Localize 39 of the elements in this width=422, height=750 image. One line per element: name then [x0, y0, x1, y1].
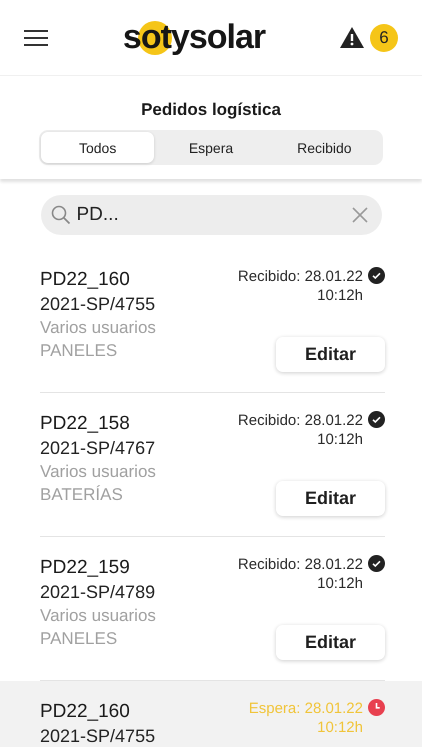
status-date: Recibido: 28.01.22 [238, 267, 363, 286]
order-code: PD22_160 [40, 269, 131, 291]
status-date: Recibido: 28.01.22 [238, 555, 363, 574]
status-time: 10:12h [317, 286, 363, 305]
page-title: Pedidos logística [141, 100, 281, 120]
menu-icon[interactable] [24, 30, 48, 46]
order-reference: 2021-SP/4755 [40, 726, 156, 747]
edit-button[interactable]: Editar [276, 625, 385, 660]
check-circle-icon [368, 555, 385, 572]
status-time: 10:12h [317, 718, 363, 737]
order-users: Varios usuarios [40, 606, 156, 626]
search-field[interactable]: PD... [40, 195, 382, 235]
order-category: PANELES [40, 629, 118, 649]
order-reference: 2021-SP/4789 [40, 582, 156, 603]
clock-icon [368, 699, 385, 716]
edit-button[interactable]: Editar [276, 337, 385, 372]
order-code: PD22_158 [40, 413, 131, 435]
check-circle-icon [368, 267, 385, 284]
order-reference: 2021-SP/4767 [40, 438, 156, 459]
order-code: PD22_159 [40, 557, 131, 579]
alert-count-badge: 6 [370, 24, 398, 52]
order-code: PD22_160 [40, 701, 131, 723]
order-category: PANELES [40, 341, 118, 361]
order-category: BATERÍAS [40, 485, 124, 505]
warning-icon[interactable] [340, 27, 364, 48]
filter-tab[interactable]: Todos [41, 132, 154, 163]
search-icon [50, 205, 70, 225]
edit-button[interactable]: Editar [276, 481, 385, 516]
order-users: Varios usuarios [40, 462, 156, 482]
order-users: Varios usuarios [40, 318, 156, 338]
check-circle-icon [368, 411, 385, 428]
filter-tab[interactable]: Espera [154, 132, 268, 163]
order-reference: 2021-SP/4755 [40, 294, 156, 315]
status-time: 10:12h [317, 574, 363, 593]
order-row[interactable]: PD22_160 2021-SP/4755 Espera: 28.01.22 10:12h [0, 681, 422, 747]
status-time: 10:12h [317, 430, 363, 449]
status-date: Recibido: 28.01.22 [238, 411, 363, 430]
filter-tab[interactable]: Recibido [268, 132, 381, 163]
status-date: Espera: 28.01.22 [248, 699, 363, 718]
